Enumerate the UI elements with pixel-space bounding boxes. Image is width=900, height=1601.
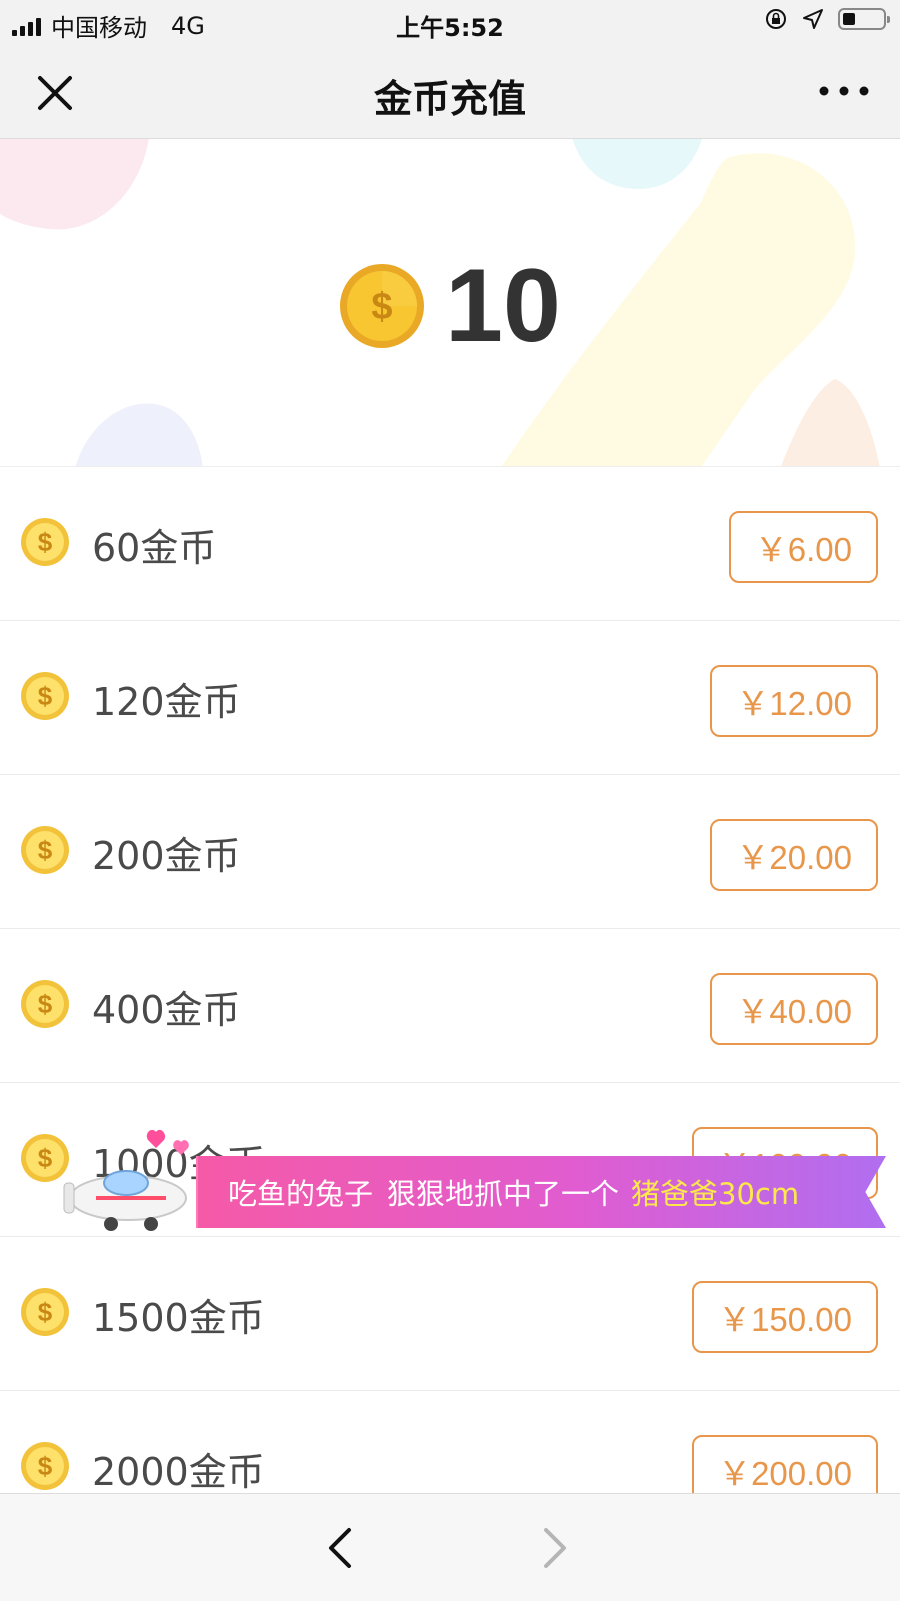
page-title: 金币充值 [373, 77, 526, 121]
bottom-toolbar [0, 1493, 900, 1601]
package-label: 120金币 [92, 680, 241, 724]
gold-coin-icon: $ [340, 264, 425, 348]
package-row: $120金币 ￥12.00 [0, 621, 900, 775]
coin-icon: $ [20, 1441, 70, 1495]
balance-display: $ 10 [0, 254, 900, 358]
svg-text:$: $ [38, 989, 53, 1019]
prize-notice-banner: 吃鱼的兔子 狠狠地抓中了一个 猪爸爸30cm [198, 1156, 886, 1228]
svg-text:$: $ [38, 681, 53, 711]
status-right [764, 7, 890, 31]
notice-prize: 猪爸爸30cm [631, 1177, 800, 1211]
package-row: $1500金币 ￥150.00 [0, 1237, 900, 1391]
svg-text:$: $ [38, 527, 53, 557]
package-label: 60金币 [92, 526, 217, 570]
svg-text:$: $ [372, 286, 393, 328]
coin-icon: $ [20, 825, 70, 879]
coin-icon: $ [20, 979, 70, 1033]
package-label: 400金币 [92, 988, 241, 1032]
package-row: $200金币 ￥20.00 [0, 775, 900, 929]
balance-header: $ 10 [0, 139, 900, 467]
forward-arrow-icon[interactable] [540, 1526, 570, 1570]
orientation-lock-icon [766, 9, 786, 29]
price-button[interactable]: ￥6.00 [728, 511, 878, 583]
price-button[interactable]: ￥12.00 [710, 665, 878, 737]
package-row: $400金币 ￥40.00 [0, 929, 900, 1083]
coin-icon: $ [20, 671, 70, 725]
airplane-mascot-icon [63, 1129, 189, 1231]
decor-blob-pink [0, 139, 149, 230]
package-label: 200金币 [92, 834, 241, 878]
package-row: $60金币 ￥6.00 [0, 467, 900, 621]
nav-bar: 金币充值 [0, 44, 900, 139]
price-button[interactable]: ￥150.00 [692, 1281, 878, 1353]
price-button[interactable]: ￥40.00 [710, 973, 878, 1045]
coin-icon: $ [20, 517, 70, 571]
package-label: 2000金币 [92, 1450, 265, 1494]
svg-text:$: $ [38, 835, 53, 865]
svg-text:$: $ [38, 1451, 53, 1481]
battery-fill [843, 13, 855, 25]
package-label: 1500金币 [92, 1296, 265, 1340]
balance-value: 10 [445, 248, 561, 364]
decor-blob-lavender [75, 403, 203, 466]
notice-message: 狠狠地抓中了一个 [387, 1177, 620, 1211]
notice-user: 吃鱼的兔子 [228, 1177, 374, 1211]
coin-icon: $ [20, 1287, 70, 1341]
package-list: $60金币 ￥6.00 $120金币 ￥12.00 $200金币 ￥20.00 $400金币… [0, 467, 900, 1545]
battery-icon [838, 8, 890, 30]
svg-text:$: $ [38, 1143, 53, 1173]
price-button[interactable]: ￥20.00 [710, 819, 878, 891]
more-icon[interactable] [814, 74, 874, 108]
back-arrow-icon[interactable] [325, 1526, 355, 1570]
decor-blob-peach [781, 379, 880, 466]
location-icon [803, 9, 823, 29]
svg-text:$: $ [38, 1297, 53, 1327]
status-bar: 中国移动 4G 上午5:52 [0, 0, 900, 44]
